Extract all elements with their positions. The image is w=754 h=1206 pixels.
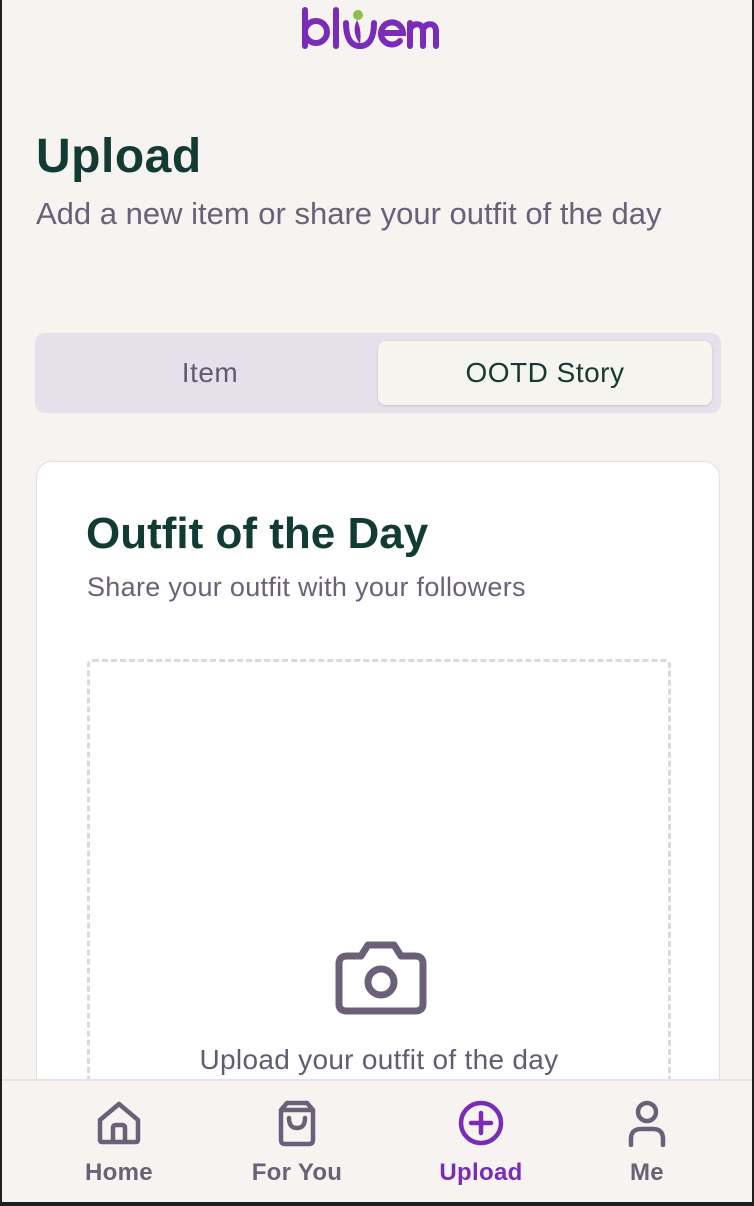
tab-ootd-story[interactable]: OOTD Story bbox=[378, 341, 712, 405]
upload-type-toggle: Item OOTD Story bbox=[35, 333, 721, 413]
user-icon bbox=[628, 1100, 666, 1147]
card-subtitle: Share your outfit with your followers bbox=[87, 572, 526, 602]
dropzone-label: Upload your outfit of the day bbox=[199, 1044, 559, 1075]
nav-for-you[interactable]: For You bbox=[222, 1081, 372, 1202]
tab-item[interactable]: Item bbox=[43, 341, 377, 405]
bloem-logo-icon bbox=[302, 7, 439, 50]
nav-home-label: Home bbox=[85, 1159, 153, 1186]
page-title: Upload bbox=[36, 130, 202, 183]
plus-circle-icon bbox=[458, 1100, 504, 1146]
nav-for-you-label: For You bbox=[251, 1159, 343, 1186]
bottom-navigation: Home For You Upload Me bbox=[2, 1079, 752, 1202]
app-screen: Upload Add a new item or share your outf… bbox=[2, 0, 752, 1202]
app-logo[interactable] bbox=[2, 2, 752, 54]
shopping-bag-icon bbox=[278, 1100, 316, 1147]
nav-me-label: Me bbox=[630, 1159, 664, 1186]
card-title: Outfit of the Day bbox=[86, 509, 429, 558]
nav-upload-label: Upload bbox=[439, 1159, 523, 1186]
home-icon bbox=[97, 1101, 141, 1145]
nav-upload[interactable]: Upload bbox=[406, 1081, 556, 1202]
camera-icon bbox=[335, 941, 427, 1015]
nav-home[interactable]: Home bbox=[44, 1081, 194, 1202]
nav-me[interactable]: Me bbox=[572, 1081, 722, 1202]
page-subtitle: Add a new item or share your outfit of t… bbox=[36, 196, 662, 231]
